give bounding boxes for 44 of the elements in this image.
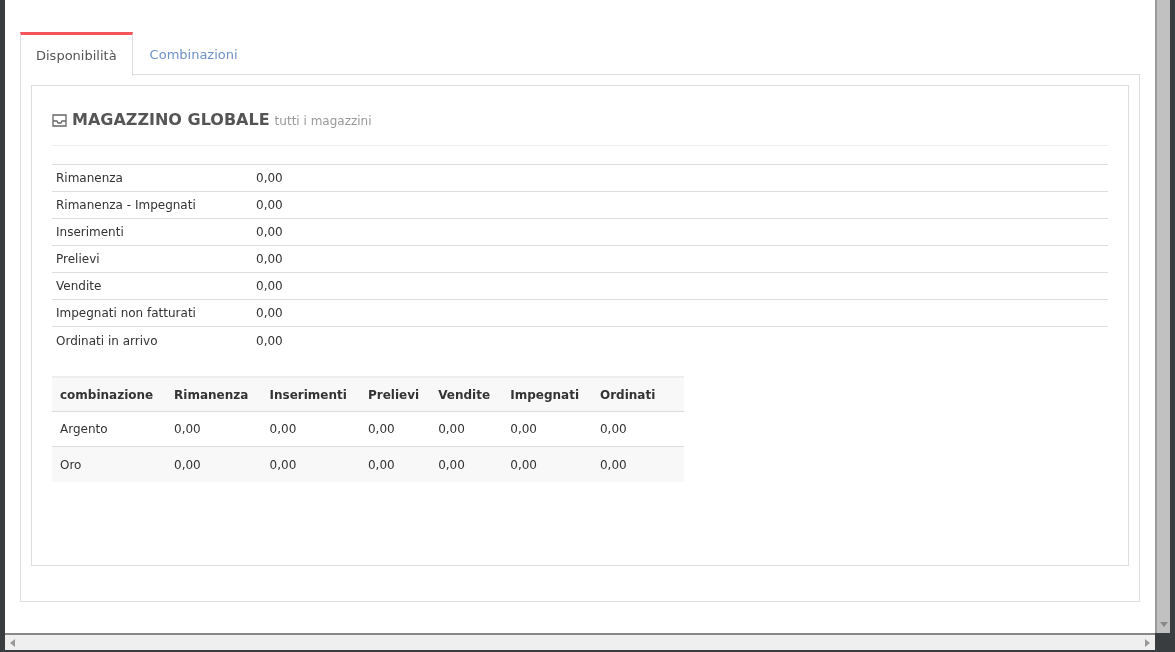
stat-label: Impegnati non fatturati (56, 305, 197, 322)
vertical-scrollbar[interactable] (1155, 0, 1170, 633)
stat-label: Rimanenza - Impegnati (56, 197, 197, 214)
column-header: Prelievi (368, 386, 421, 404)
table-cell-text: Argento (60, 421, 109, 438)
column-header: Inserimenti (269, 386, 348, 404)
stat-label: Vendite (56, 278, 103, 295)
stat-value: 0,00 (256, 197, 283, 214)
horizontal-scrollbar[interactable] (5, 633, 1155, 650)
stat-value: 0,00 (256, 224, 283, 241)
table-cell-text: 0,00 (174, 421, 202, 438)
table-cell-text: 0,00 (599, 421, 628, 438)
stat-label: Prelievi (56, 251, 101, 268)
table-cell-text: 0,00 (438, 456, 466, 474)
warehouse-subtitle: tutti i magazzini (274, 113, 372, 130)
tab[interactable]: Disponibilità (20, 32, 133, 76)
inbox-icon (52, 113, 67, 127)
down-arrow-icon[interactable] (1159, 622, 1168, 627)
stat-label: Ordinati in arrivo (56, 332, 159, 350)
column-header: combinazione (60, 386, 155, 404)
column-header: Rimanenza (174, 386, 250, 404)
left-arrow-icon[interactable] (10, 638, 15, 647)
warehouse-title: MAGAZZINO GLOBALE (72, 109, 270, 131)
table-cell-text: 0,00 (269, 456, 298, 474)
table-cell-text: 0,00 (510, 421, 538, 438)
table-cell-text: 0,00 (510, 456, 538, 474)
stat-value: 0,00 (256, 278, 283, 295)
stat-value: 0,00 (256, 332, 283, 350)
table-cell-text: 0,00 (174, 456, 202, 474)
stat-label: Rimanenza (56, 170, 124, 187)
stat-label: Inserimenti (56, 224, 125, 241)
stat-value: 0,00 (256, 251, 283, 268)
table-cell-text: Oro (60, 456, 83, 474)
column-header: Ordinati (599, 386, 657, 404)
right-arrow-icon[interactable] (1145, 638, 1150, 647)
column-header: Impegnati (510, 386, 581, 404)
stat-value: 0,00 (256, 170, 283, 187)
column-header: Vendite (438, 386, 492, 404)
table-cell-text: 0,00 (599, 456, 628, 474)
table-cell-text: 0,00 (368, 421, 396, 438)
table-cell-text: 0,00 (438, 421, 466, 438)
table-cell-text: 0,00 (368, 456, 396, 474)
table-cell-text: 0,00 (269, 421, 298, 438)
stat-value: 0,00 (256, 305, 283, 322)
